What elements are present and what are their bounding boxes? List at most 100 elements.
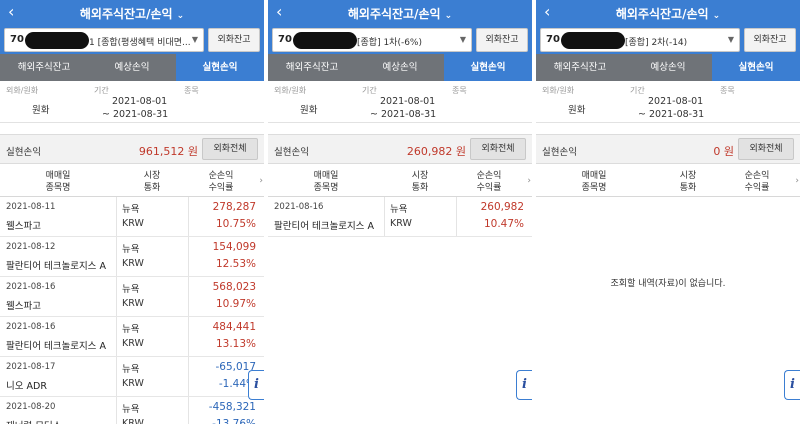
fx-balance-button[interactable]: 외화잔고 [744, 28, 796, 52]
column-date-name[interactable]: 매매일 종목명 [268, 170, 384, 194]
column-divider [188, 237, 189, 276]
column-header-label: 순손익 [476, 171, 502, 181]
trade-date: 2021-08-17 [6, 362, 56, 372]
realized-pl-list[interactable]: 2021-08-16 팔란티어 테크놀로지스 A 뉴욕 KRW 260,982 … [268, 197, 532, 424]
tab-expected-pl[interactable]: 예상손익 [356, 54, 444, 81]
tab-overseas-balance[interactable]: 해외주식잔고 [268, 54, 356, 81]
period-start[interactable]: 2021-08-01 [112, 96, 167, 107]
net-pl: 278,287 [212, 201, 256, 213]
column-date-name[interactable]: 매매일 종목명 [536, 170, 652, 194]
return-rate: 10.97% [215, 298, 256, 310]
period-start[interactable]: 2021-08-01 [648, 96, 703, 107]
table-row[interactable]: 2021-08-16 팔란티어 테크놀로지스 A 뉴욕 KRW 260,982 … [268, 197, 532, 237]
currency-filter-value[interactable]: 원화 [568, 102, 585, 116]
market: 뉴욕 [122, 204, 140, 215]
stock-name: 제너럴 모터스 [6, 418, 61, 424]
fx-all-button[interactable]: 외화전체 [202, 138, 258, 160]
column-market-currency[interactable]: 시장 통화 [652, 170, 724, 194]
market: 뉴욕 [122, 324, 140, 335]
chevron-right-icon[interactable]: › [527, 176, 531, 186]
triangle-down-icon: ▼ [727, 35, 734, 44]
table-row[interactable]: 2021-08-12 팔란티어 테크놀로지스 A 뉴욕 KRW 154,099 … [0, 237, 264, 277]
chevron-right-icon[interactable]: › [259, 176, 263, 186]
period-end[interactable]: ~ 2021-08-31 [370, 109, 436, 120]
tab-bar: 해외주식잔고 예상손익 실현손익 [268, 54, 532, 81]
column-pl-rate[interactable]: 순손익 수익률 [188, 170, 254, 194]
info-icon-letter: i [254, 377, 259, 392]
currency-filter-value[interactable]: 원화 [300, 102, 317, 116]
period-start[interactable]: 2021-08-01 [380, 96, 435, 107]
tab-expected-pl[interactable]: 예상손익 [624, 54, 712, 81]
back-chevron-icon[interactable]: ‹ [276, 2, 282, 21]
column-header-label: 종목명 [45, 183, 71, 193]
screen-title-text: 해외주식잔고/손익 [347, 7, 441, 21]
tab-overseas-balance[interactable]: 해외주식잔고 [0, 54, 88, 81]
period-end[interactable]: ~ 2021-08-31 [638, 109, 704, 120]
column-divider [116, 317, 117, 356]
column-date-name[interactable]: 매매일 종목명 [0, 170, 116, 194]
currency-filter-value[interactable]: 원화 [32, 102, 49, 116]
item-filter-label[interactable]: 종목 [452, 85, 467, 96]
screen-title[interactable]: 해외주식잔고/손익 ⌄ [616, 5, 720, 22]
table-row[interactable]: 2021-08-20 제너럴 모터스 뉴욕 KRW -458,321 -13.7… [0, 397, 264, 424]
caret-down-icon: ⌄ [712, 11, 721, 21]
tab-realized-pl[interactable]: 실현손익 [712, 54, 800, 81]
period-filter-label: 기간 [362, 86, 377, 95]
tab-expected-pl[interactable]: 예상손익 [88, 54, 176, 81]
filter-area: 외화/원화 원화 기간 2021-08-01 ~ 2021-08-31 종목 [0, 81, 264, 123]
item-filter-label[interactable]: 종목 [184, 85, 199, 96]
fx-all-button[interactable]: 외화전체 [738, 138, 794, 160]
table-row[interactable]: 2021-08-17 니오 ADR 뉴욕 KRW -65,017 -1.44% [0, 357, 264, 397]
period-end[interactable]: ~ 2021-08-31 [102, 109, 168, 120]
screen-panel-2: ‹ 해외주식잔고/손익 ⌄ 70 [종합] 1차(-6%) ▼ 외화잔고 해외주식… [268, 0, 532, 424]
net-pl: 154,099 [212, 241, 256, 253]
back-chevron-icon[interactable]: ‹ [8, 2, 14, 21]
fx-balance-button[interactable]: 외화잔고 [476, 28, 528, 52]
back-chevron-icon[interactable]: ‹ [544, 2, 550, 21]
info-icon[interactable]: i [784, 370, 800, 400]
screen-title[interactable]: 해외주식잔고/손익 ⌄ [348, 5, 452, 22]
account-row: 70 [종합] 1차(-6%) ▼ 외화잔고 [268, 27, 532, 54]
stock-name: 니오 ADR [6, 381, 47, 392]
tab-realized-pl[interactable]: 실현손익 [176, 54, 264, 81]
column-divider [188, 357, 189, 396]
realized-pl-amount: 260,982 원 [406, 145, 466, 158]
column-header-label: 순손익 [208, 171, 234, 181]
currency-filter-label: 외화/원화 [274, 86, 307, 95]
period-filter-label: 기간 [94, 86, 109, 95]
fx-balance-button[interactable]: 외화잔고 [208, 28, 260, 52]
info-icon[interactable]: i [516, 370, 532, 400]
trade-date: 2021-08-20 [6, 402, 56, 412]
currency: KRW [122, 218, 144, 229]
tab-realized-pl[interactable]: 실현손익 [444, 54, 532, 81]
tab-overseas-balance[interactable]: 해외주식잔고 [536, 54, 624, 81]
stock-name: 웰스파고 [6, 301, 41, 312]
table-row[interactable]: 2021-08-11 웰스파고 뉴욕 KRW 278,287 10.75% [0, 197, 264, 237]
filter-area: 외화/원화 원화 기간 2021-08-01 ~ 2021-08-31 종목 [536, 81, 800, 123]
column-header-label: 수익률 [744, 183, 770, 193]
account-select[interactable]: 70 1 [종합(평생혜택 비대면... ▼ [4, 28, 204, 52]
account-description: 1 [종합(평생혜택 비대면... [89, 38, 191, 48]
column-pl-rate[interactable]: 순손익 수익률 [724, 170, 790, 194]
screen-title[interactable]: 해외주식잔고/손익 ⌄ [80, 5, 184, 22]
account-row: 70 [종합] 2차(-14) ▼ 외화잔고 [536, 27, 800, 54]
realized-pl-list[interactable] [536, 197, 800, 424]
account-select[interactable]: 70 [종합] 1차(-6%) ▼ [272, 28, 472, 52]
chevron-right-icon[interactable]: › [795, 176, 799, 186]
column-header-label: 매매일 [581, 171, 607, 181]
column-divider [116, 277, 117, 316]
table-row[interactable]: 2021-08-16 웰스파고 뉴욕 KRW 568,023 10.97% [0, 277, 264, 317]
table-row[interactable]: 2021-08-16 팔란티어 테크놀로지스 A 뉴욕 KRW 484,441 … [0, 317, 264, 357]
currency: KRW [122, 298, 144, 309]
net-pl: 484,441 [212, 321, 256, 333]
fx-all-button[interactable]: 외화전체 [470, 138, 526, 160]
redacted-account-mark [561, 32, 625, 49]
item-filter-label[interactable]: 종목 [720, 85, 735, 96]
column-market-currency[interactable]: 시장 통화 [116, 170, 188, 194]
column-pl-rate[interactable]: 순손익 수익률 [456, 170, 522, 194]
table-header: 매매일 종목명 시장 통화 순손익 수익률 › [268, 168, 532, 197]
account-select[interactable]: 70 [종합] 2차(-14) ▼ [540, 28, 740, 52]
info-icon[interactable]: i [248, 370, 264, 400]
realized-pl-list[interactable]: 2021-08-11 웰스파고 뉴욕 KRW 278,287 10.75% 20… [0, 197, 264, 424]
column-market-currency[interactable]: 시장 통화 [384, 170, 456, 194]
